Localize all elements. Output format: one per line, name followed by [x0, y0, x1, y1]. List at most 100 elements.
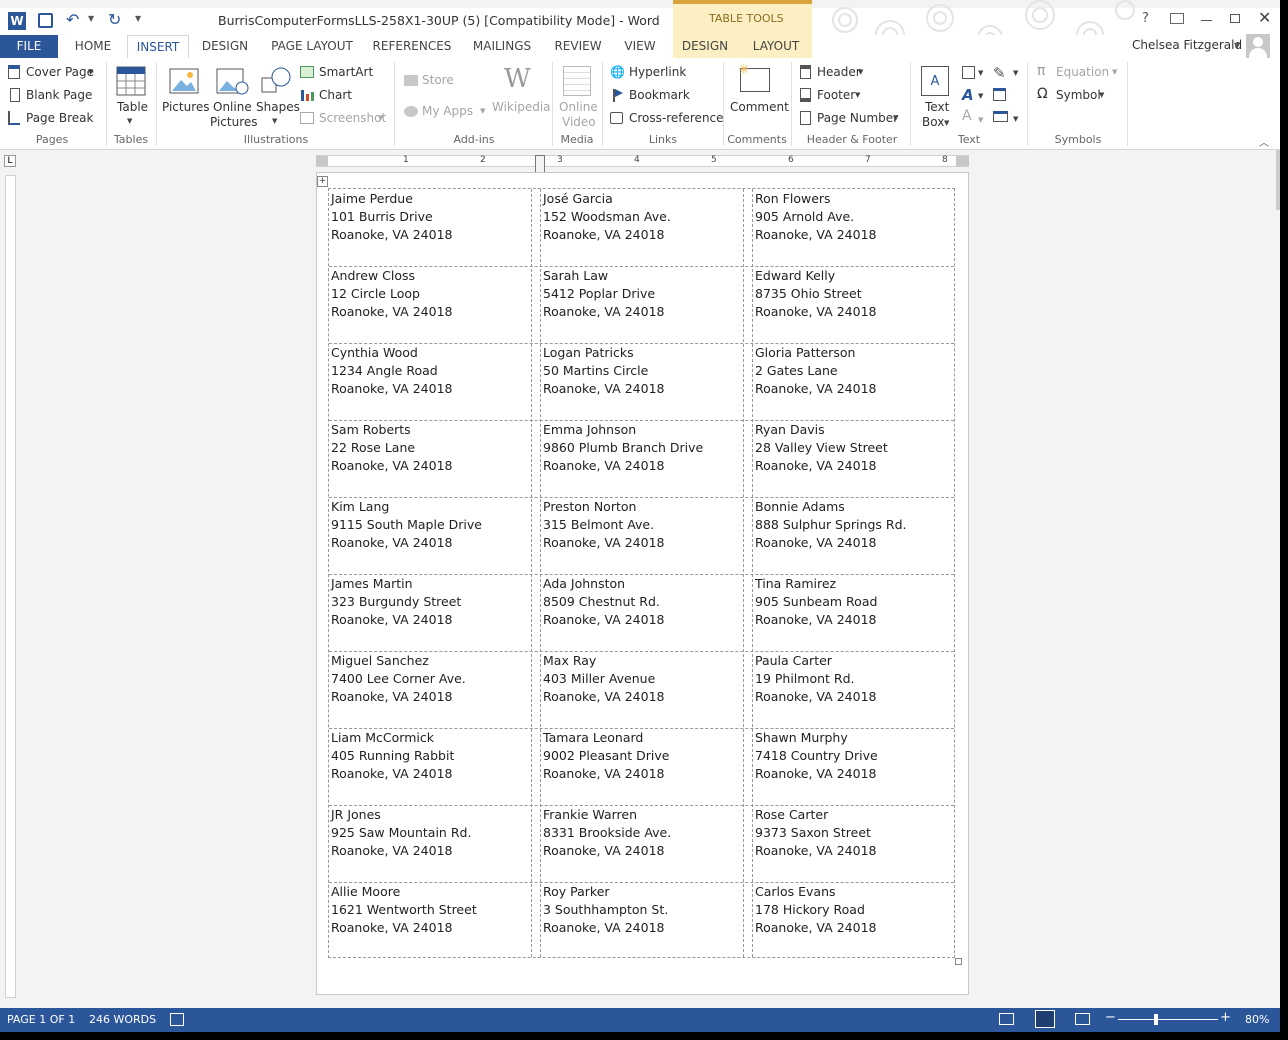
label-cell[interactable]: Carlos Evans 178 Hickory Road Roanoke, VA … — [755, 883, 876, 937]
web-layout-icon[interactable] — [1075, 1013, 1090, 1025]
tab-view[interactable]: VIEW — [618, 35, 662, 58]
label-cell[interactable]: Bonnie Adams 888 Sulphur Springs Rd. Roano… — [755, 498, 906, 552]
label-cell[interactable]: Jaime Perdue 101 Burris Drive Roanoke, VA … — [331, 190, 452, 244]
shapes-button[interactable]: Shapes ▼ — [256, 64, 300, 128]
object-icon[interactable] — [993, 111, 1008, 122]
online-video-button[interactable]: Online Video — [557, 64, 598, 130]
footer-button[interactable]: Footer ▼ — [800, 87, 872, 105]
chart-button[interactable]: Chart — [300, 87, 360, 105]
label-cell[interactable]: Miguel Sanchez 7400 Lee Corner Ave. Roanok… — [331, 652, 466, 706]
label-cell[interactable]: Shawn Murphy 7418 Country Drive Roanoke, V… — [755, 729, 878, 783]
label-cell[interactable]: Roy Parker 3 Southhampton St. Roanoke, VA … — [543, 883, 668, 937]
date-time-icon[interactable] — [993, 88, 1006, 101]
quick-parts-icon[interactable] — [962, 66, 975, 79]
label-cell[interactable]: Preston Norton 315 Belmont Ave. Roanoke, V… — [543, 498, 664, 552]
my-apps-button[interactable]: My Apps ▼ — [404, 103, 488, 121]
restore-icon[interactable] — [1230, 14, 1240, 23]
label-cell[interactable]: Sarah Law 5412 Poplar Drive Roanoke, VA 24… — [543, 267, 664, 321]
store-button[interactable]: Store — [404, 72, 464, 90]
smartart-button[interactable]: SmartArt — [300, 64, 373, 82]
label-cell[interactable]: Gloria Patterson 2 Gates Lane Roanoke, VA … — [755, 344, 876, 398]
bookmark-button[interactable]: Bookmark — [610, 87, 690, 105]
label-cell[interactable]: James Martin 323 Burgundy Street Roanoke, … — [331, 575, 461, 629]
user-name[interactable]: Chelsea Fitzgerald — [1132, 38, 1242, 52]
signature-line-icon[interactable]: ✎ — [993, 64, 1006, 82]
label-cell[interactable]: Logan Patricks 50 Martins Circle Roanoke, … — [543, 344, 664, 398]
tab-design[interactable]: DESIGN — [196, 35, 254, 58]
document-page[interactable]: + Jaime Perdue 101 Burris Drive Roanoke, V… — [316, 172, 969, 995]
wikipedia-button[interactable]: W Wikipedia — [490, 64, 551, 114]
vertical-ruler[interactable] — [5, 175, 16, 998]
label-cell[interactable]: Ryan Davis 28 Valley View Street Roanoke, … — [755, 421, 888, 475]
label-cell[interactable]: Edward Kelly 8735 Ohio Street Roanoke, VA … — [755, 267, 876, 321]
read-mode-icon[interactable] — [999, 1013, 1014, 1025]
tab-table-layout[interactable]: LAYOUT — [745, 35, 807, 58]
label-cell[interactable]: Emma Johnson 9860 Plumb Branch Drive Roano… — [543, 421, 703, 475]
collapse-ribbon-icon[interactable]: ︿ — [1259, 134, 1269, 149]
redo-icon[interactable]: ↻ — [108, 10, 121, 29]
online-pictures-button[interactable]: Online Pictures — [210, 64, 258, 129]
hyperlink-button[interactable]: 🌐 Hyperlink — [610, 64, 686, 82]
table-resize-handle-icon[interactable] — [955, 958, 962, 965]
label-cell[interactable]: José Garcia 152 Woodsman Ave. Roanoke, VA … — [543, 190, 671, 244]
tab-selector-icon[interactable]: L — [4, 155, 16, 167]
undo-icon[interactable]: ↶ — [66, 10, 79, 29]
horizontal-ruler[interactable] — [316, 155, 969, 167]
page-number-button[interactable]: Page Number ▼ — [800, 110, 904, 128]
page-count[interactable]: PAGE 1 OF 1 — [7, 1013, 75, 1026]
zoom-out-icon[interactable]: − — [1105, 1010, 1116, 1025]
avatar[interactable] — [1246, 34, 1270, 58]
indent-marker-icon[interactable] — [535, 155, 545, 173]
label-cell[interactable]: Allie Moore 1621 Wentworth Street Roanoke,… — [331, 883, 477, 937]
tab-mailings[interactable]: MAILINGS — [466, 35, 538, 58]
screenshot-button[interactable]: Screenshot ▼ — [300, 110, 386, 128]
label-cell[interactable]: Tamara Leonard 9002 Pleasant Drive Roanoke… — [543, 729, 669, 783]
comment-button[interactable]: ✳ Comment — [728, 62, 789, 114]
label-cell[interactable]: Rose Carter 9373 Saxon Street Roanoke, VA … — [755, 806, 876, 860]
zoom-level[interactable]: 80% — [1245, 1013, 1269, 1026]
tab-page-layout[interactable]: PAGE LAYOUT — [266, 35, 358, 58]
tab-insert[interactable]: INSERT — [127, 35, 189, 59]
label-cell[interactable]: JR Jones 925 Saw Mountain Rd. Roanoke, VA … — [331, 806, 471, 860]
header-button[interactable]: Header ▼ — [800, 64, 872, 82]
label-cell[interactable]: Max Ray 403 Miller Avenue Roanoke, VA 2401… — [543, 652, 664, 706]
print-layout-icon[interactable] — [1035, 1010, 1055, 1028]
vertical-scrollbar[interactable] — [1276, 150, 1280, 210]
undo-dropdown-icon[interactable]: ▼ — [88, 14, 94, 23]
ribbon-display-options-icon[interactable] — [1170, 13, 1184, 24]
zoom-slider-thumb[interactable] — [1154, 1014, 1158, 1025]
word-count[interactable]: 246 WORDS — [89, 1013, 156, 1026]
label-cell[interactable]: Cynthia Wood 1234 Angle Road Roanoke, VA 2… — [331, 344, 452, 398]
zoom-slider[interactable] — [1118, 1019, 1218, 1020]
equation-button[interactable]: π Equation ▼ — [1036, 63, 1120, 82]
label-cell[interactable]: Paula Carter 19 Philmont Rd. Roanoke, VA 2… — [755, 652, 876, 706]
tab-home[interactable]: HOME — [66, 35, 120, 58]
tab-table-design[interactable]: DESIGN — [675, 35, 735, 58]
label-cell[interactable]: Sam Roberts 22 Rose Lane Roanoke, VA 24018 — [331, 421, 452, 475]
table-move-handle-icon[interactable]: + — [317, 176, 328, 187]
zoom-in-icon[interactable]: + — [1220, 1010, 1231, 1025]
help-icon[interactable]: ? — [1142, 11, 1149, 26]
customize-toolbar-icon[interactable]: ▼ — [135, 14, 141, 23]
wordart-icon[interactable]: A — [962, 86, 974, 104]
label-cell[interactable]: Ron Flowers 905 Arnold Ave. Roanoke, VA 24… — [755, 190, 876, 244]
close-icon[interactable]: ✕ — [1258, 8, 1271, 27]
cross-reference-button[interactable]: Cross-reference — [610, 110, 724, 128]
proofing-icon[interactable] — [170, 1013, 184, 1026]
label-cell[interactable]: Liam McCormick 405 Running Rabbit Roanoke,… — [331, 729, 454, 783]
save-icon[interactable] — [38, 13, 53, 28]
label-cell[interactable]: Frankie Warren 8331 Brookside Ave. Roanoke… — [543, 806, 671, 860]
symbol-button[interactable]: Ω Symbol ▼ — [1036, 86, 1108, 105]
label-cell[interactable]: Kim Lang 9115 South Maple Drive Roanoke, V… — [331, 498, 482, 552]
user-dropdown-icon[interactable]: ▼ — [1234, 41, 1240, 50]
table-button[interactable]: Table ▼ — [112, 64, 150, 128]
tab-references[interactable]: REFERENCES — [370, 35, 454, 58]
drop-cap-icon[interactable]: A — [962, 108, 972, 124]
text-box-button[interactable]: A Text Box ▼ — [916, 64, 954, 130]
label-cell[interactable]: Tina Ramirez 905 Sunbeam Road Roanoke, VA … — [755, 575, 877, 629]
minimize-icon[interactable] — [1201, 20, 1212, 21]
pictures-button[interactable]: Pictures — [162, 64, 210, 128]
tab-review[interactable]: REVIEW — [548, 35, 608, 58]
tab-file[interactable]: FILE — [0, 35, 58, 58]
label-cell[interactable]: Ada Johnston 8509 Chestnut Rd. Roanoke, VA… — [543, 575, 664, 629]
